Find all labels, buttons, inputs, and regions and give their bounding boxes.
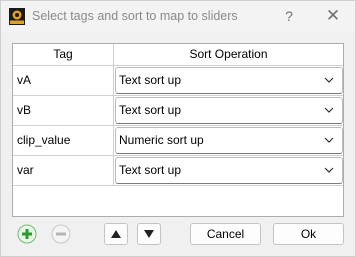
dialog-window: Select tags and sort to map to sliders ?…: [0, 0, 356, 257]
chevron-down-icon: [324, 77, 334, 83]
table-header: Tag Sort Operation: [13, 44, 343, 66]
tag-cell[interactable]: clip_value: [13, 126, 114, 155]
minus-icon: [51, 224, 71, 244]
table-row[interactable]: clip_value Numeric sort up: [13, 126, 343, 156]
tag-cell[interactable]: var: [13, 156, 114, 185]
sort-operation-value: Text sort up: [119, 73, 182, 87]
sort-operation-select[interactable]: Text sort up: [115, 67, 343, 94]
cancel-button[interactable]: Cancel: [190, 223, 261, 245]
sort-operation-value: Text sort up: [119, 163, 182, 177]
add-row-button[interactable]: [17, 224, 37, 244]
move-up-button[interactable]: [104, 223, 128, 245]
table-row[interactable]: vB Text sort up: [13, 96, 343, 126]
column-header-sort-operation[interactable]: Sort Operation: [114, 44, 343, 65]
remove-row-button[interactable]: [51, 224, 71, 244]
table-row[interactable]: var Text sort up: [13, 156, 343, 186]
arrow-up-icon: [111, 230, 121, 238]
chevron-down-icon: [324, 137, 334, 143]
sort-operation-select[interactable]: Text sort up: [115, 157, 343, 184]
title-bar: Select tags and sort to map to sliders ?…: [1, 1, 355, 32]
column-header-tag[interactable]: Tag: [13, 44, 114, 65]
sort-operation-select[interactable]: Text sort up: [115, 97, 343, 124]
chevron-down-icon: [324, 107, 334, 113]
ok-button[interactable]: Ok: [273, 223, 344, 245]
tag-sort-table: Tag Sort Operation vA Text sort up vB Te…: [12, 43, 344, 217]
sort-operation-value: Numeric sort up: [119, 133, 204, 147]
help-button[interactable]: ?: [277, 5, 301, 27]
window-title: Select tags and sort to map to sliders: [32, 9, 238, 23]
darktable-logo-icon: [9, 8, 25, 25]
move-down-button[interactable]: [137, 223, 161, 245]
plus-icon: [17, 224, 37, 244]
table-row[interactable]: vA Text sort up: [13, 66, 343, 96]
arrow-down-icon: [144, 230, 154, 238]
tag-cell[interactable]: vB: [13, 96, 114, 125]
chevron-down-icon: [324, 167, 334, 173]
close-button[interactable]: ✕: [321, 5, 345, 27]
tag-cell[interactable]: vA: [13, 66, 114, 95]
sort-operation-value: Text sort up: [119, 103, 182, 117]
sort-operation-select[interactable]: Numeric sort up: [115, 127, 343, 154]
